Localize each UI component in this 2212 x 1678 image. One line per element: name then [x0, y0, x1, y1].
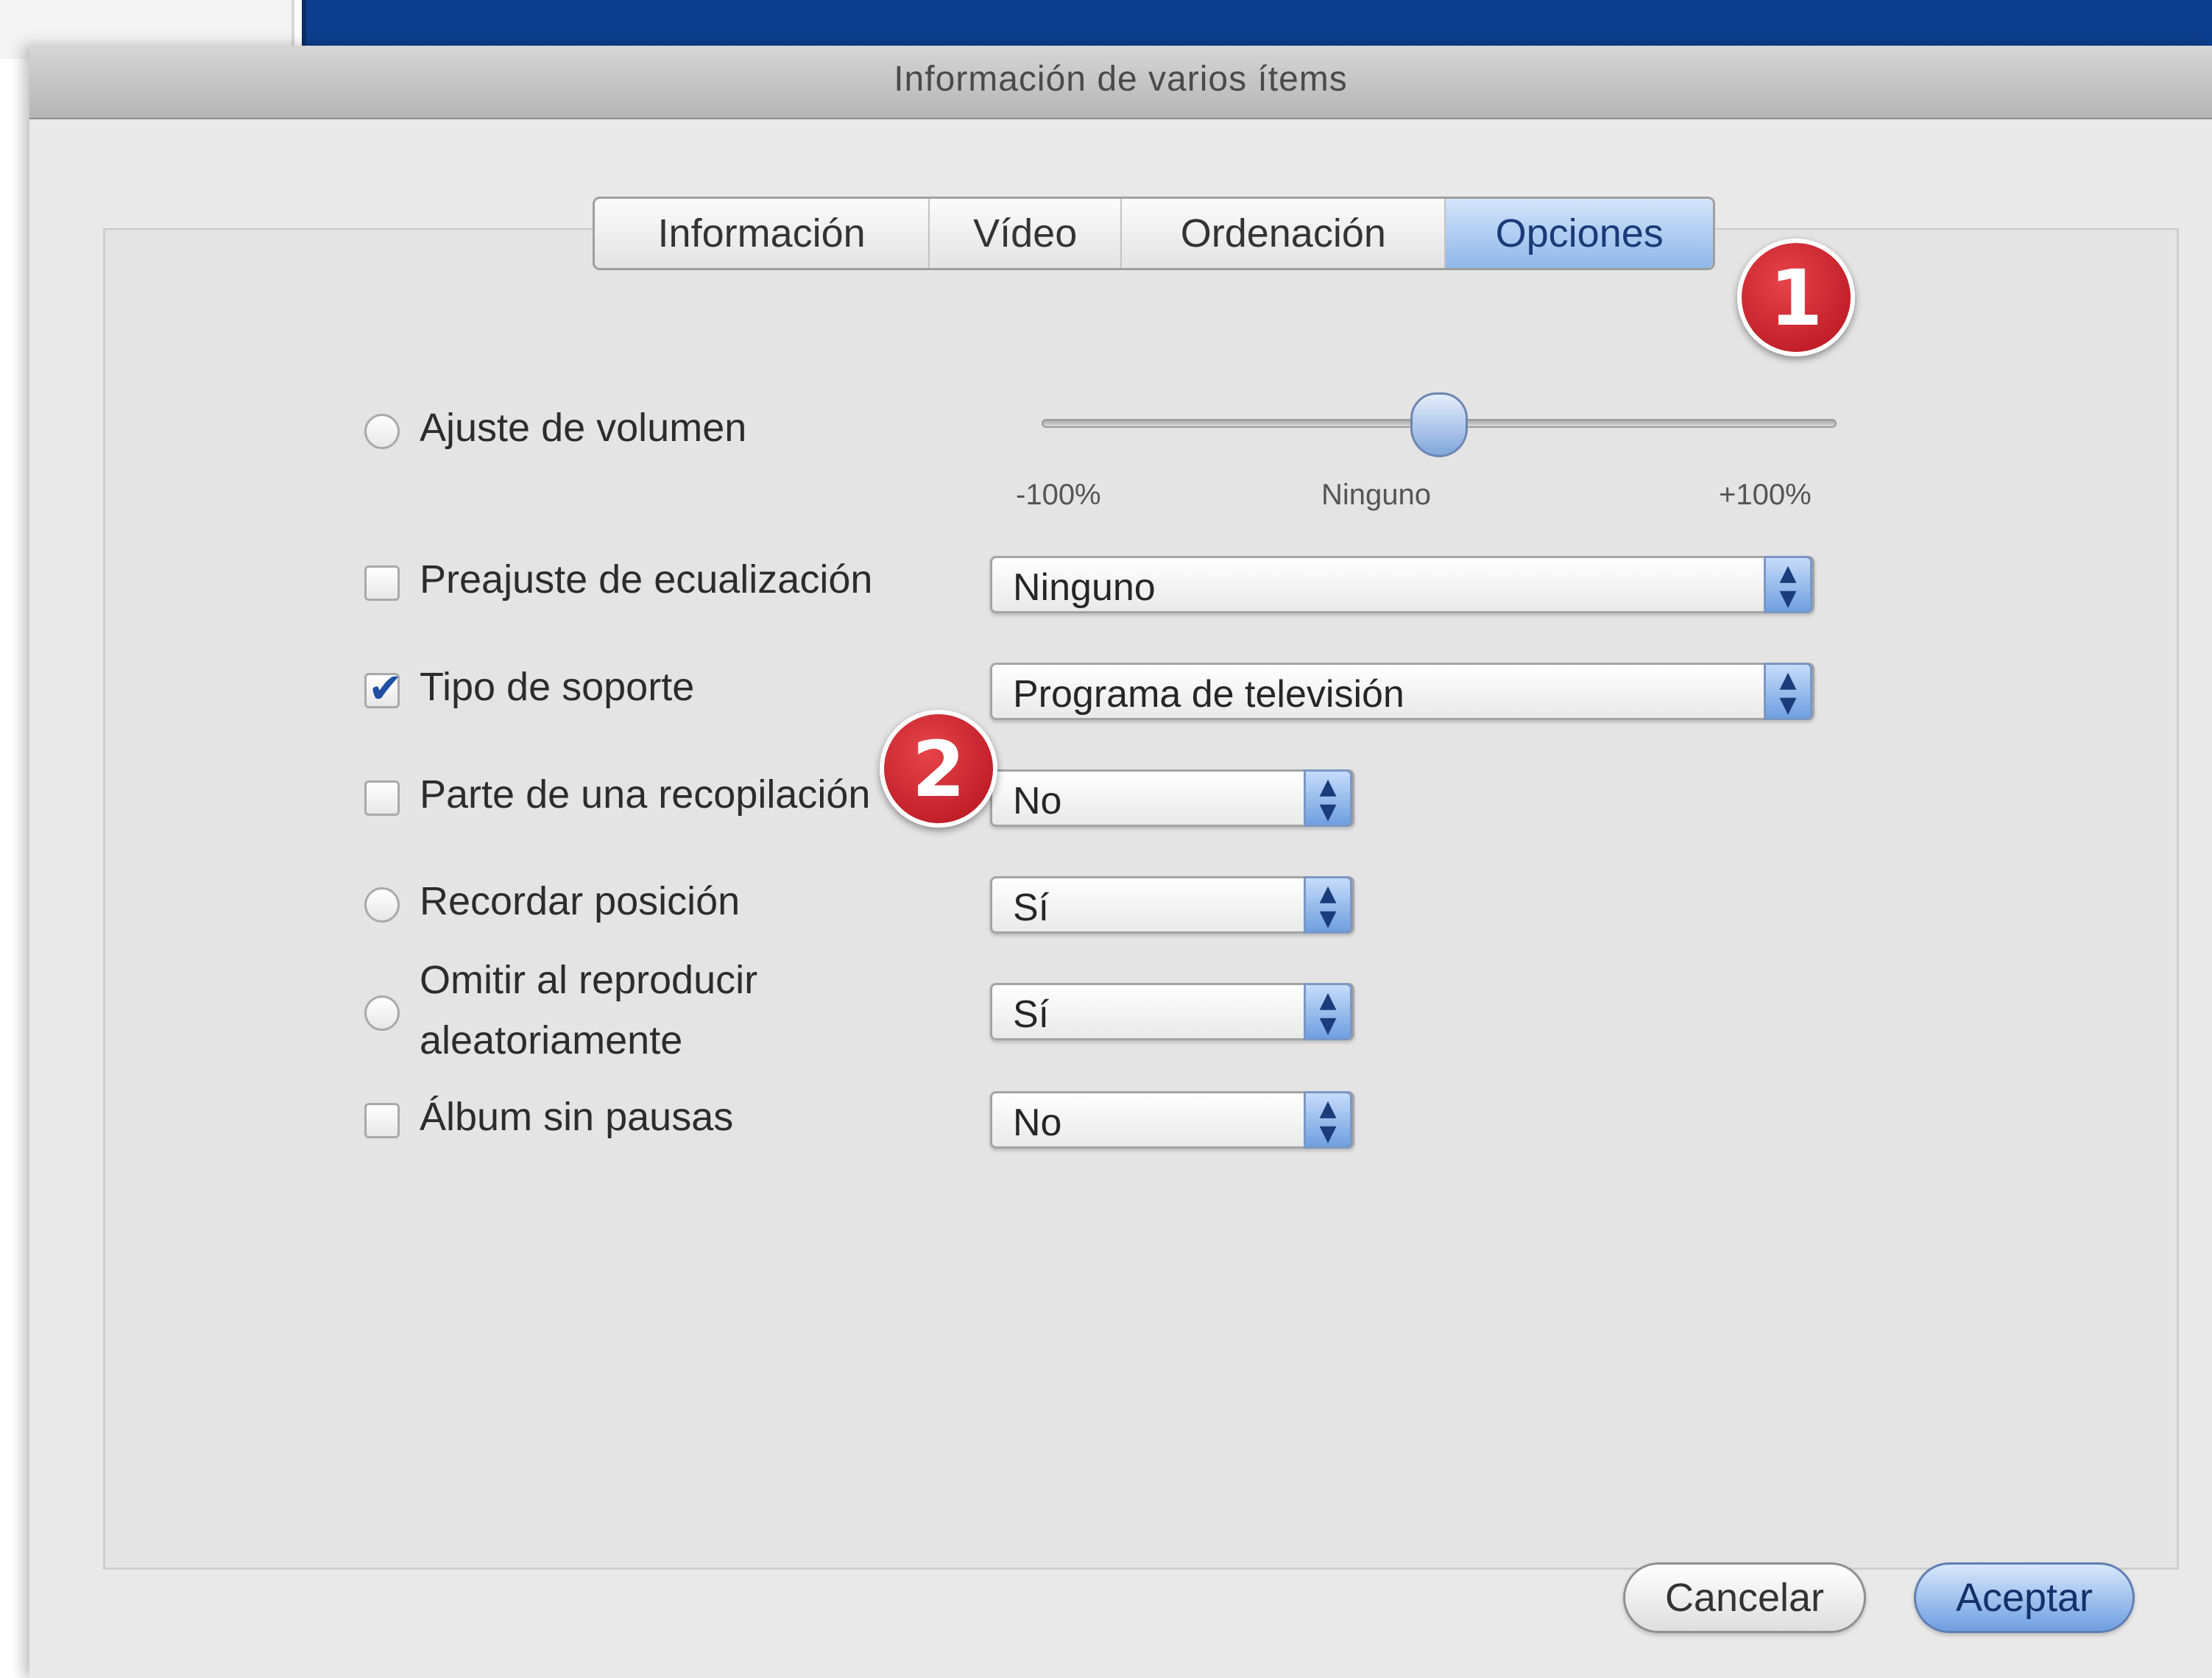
remember-position-value: Sí: [1013, 886, 1050, 929]
tab-info[interactable]: Información: [595, 199, 930, 268]
compilation-value: No: [1013, 780, 1062, 822]
volume-slider-knob[interactable]: [1410, 392, 1468, 457]
remember-position-label: Recordar posición: [420, 879, 741, 923]
volume-label: Ajuste de volumen: [420, 406, 747, 450]
gapless-checkbox[interactable]: [364, 1103, 400, 1138]
media-type-label: Tipo de soporte: [420, 665, 695, 709]
eq-preset-value: Ninguno: [1013, 566, 1156, 609]
updown-arrows-icon: ▲ ▼: [1304, 876, 1352, 934]
remember-position-popup[interactable]: Sí ▲ ▼: [990, 876, 1354, 934]
remember-position-checkbox[interactable]: [364, 887, 400, 923]
media-type-popup[interactable]: Programa de televisión ▲ ▼: [990, 663, 1815, 720]
media-type-checkbox[interactable]: [364, 665, 403, 713]
tab-video[interactable]: Vídeo: [930, 199, 1123, 268]
skip-shuffle-popup[interactable]: Sí ▲ ▼: [990, 983, 1354, 1040]
skip-shuffle-checkbox[interactable]: [364, 995, 400, 1031]
eq-preset-checkbox[interactable]: [364, 565, 400, 601]
compilation-label: Parte de una recopilación: [420, 772, 871, 817]
title-bar[interactable]: Información de varios ítems: [29, 46, 2212, 119]
skip-shuffle-value: Sí: [1013, 993, 1050, 1036]
callout-badge-2: 2: [880, 710, 997, 828]
multiple-items-info-dialog: Información de varios ítems Información …: [29, 46, 2212, 1678]
background-window-strip: [302, 0, 2212, 46]
tab-options[interactable]: Opciones: [1446, 199, 1713, 268]
gapless-label: Álbum sin pausas: [420, 1095, 734, 1139]
ok-button[interactable]: Aceptar: [1914, 1562, 2135, 1633]
gapless-popup[interactable]: No ▲ ▼: [990, 1091, 1354, 1149]
updown-arrows-icon: ▲ ▼: [1764, 556, 1812, 613]
volume-tick-mid: Ninguno: [1321, 479, 1432, 511]
volume-checkbox[interactable]: [364, 414, 400, 449]
updown-arrows-icon: ▲ ▼: [1304, 1091, 1352, 1149]
eq-preset-label: Preajuste de ecualización: [420, 557, 873, 602]
updown-arrows-icon: ▲ ▼: [1764, 663, 1812, 720]
skip-shuffle-label-line1: Omitir al reproducir: [420, 958, 758, 1002]
compilation-checkbox[interactable]: [364, 780, 400, 816]
cancel-button[interactable]: Cancelar: [1623, 1562, 1866, 1633]
tab-bar: Información Vídeo Ordenación Opciones: [593, 197, 1715, 270]
dialog-title: Información de varios ítems: [894, 60, 1348, 99]
gapless-value: No: [1013, 1101, 1062, 1144]
volume-tick-min: -100%: [1016, 479, 1101, 511]
compilation-popup[interactable]: No ▲ ▼: [990, 769, 1354, 827]
updown-arrows-icon: ▲ ▼: [1304, 983, 1352, 1040]
media-type-value: Programa de televisión: [1013, 673, 1404, 716]
volume-tick-max: +100%: [1719, 479, 1812, 511]
skip-shuffle-label-line2: aleatoriamente: [420, 1018, 683, 1062]
callout-badge-1: 1: [1737, 239, 1855, 356]
tab-sorting[interactable]: Ordenación: [1122, 199, 1446, 268]
updown-arrows-icon: ▲ ▼: [1304, 769, 1352, 827]
eq-preset-popup[interactable]: Ninguno ▲ ▼: [990, 556, 1815, 613]
